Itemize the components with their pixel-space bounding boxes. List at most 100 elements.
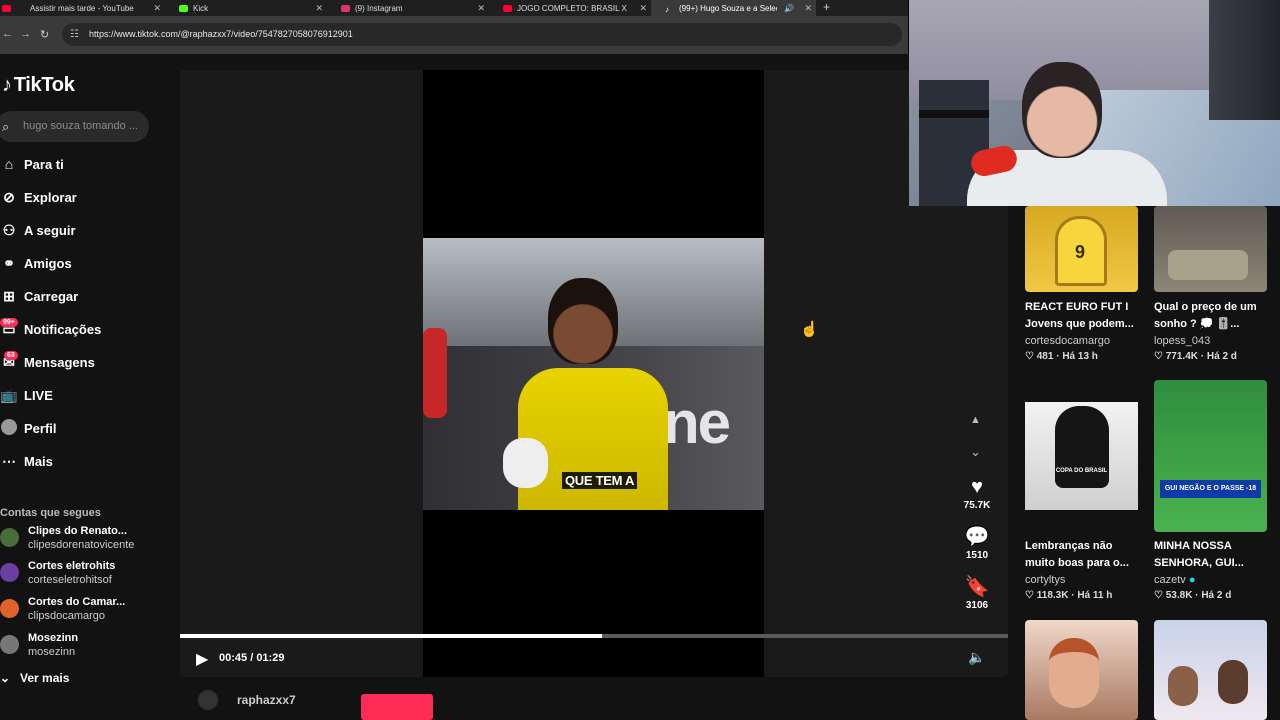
forward-icon[interactable]: → [20,28,31,40]
following-account[interactable]: Cortes do Camar... clipsdocamargo [0,596,170,626]
youtube-icon [503,4,512,12]
comment-button[interactable]: 💬 1510 [955,524,999,561]
video-stats: ♡ 771.4K · Há 2 d [1154,351,1237,362]
nav-perfil[interactable]: Perfil [0,414,57,442]
messages-badge: 63 [4,351,18,360]
save-count: 3106 [965,600,989,611]
youtube-icon [2,4,11,12]
video-author[interactable]: cortesdocamargo [1025,335,1110,347]
author-avatar[interactable] [198,690,218,710]
video-thumbnail[interactable] [1025,620,1138,720]
video-thumbnail[interactable] [1154,206,1267,292]
video-title[interactable]: Qual o preço de um sonho ? 💭 🎚️... [1154,299,1272,333]
browser-tab-bar: Assistir mais tarde - YouTube ✕ Kick ✕ (… [0,0,908,16]
tab-title: Assistir mais tarde - YouTube [30,3,134,13]
home-icon: ⌂ [4,156,14,172]
browser-tab-kick[interactable]: Kick ✕ [165,0,327,16]
friends-icon: ⚭ [3,254,15,271]
profile-avatar [0,418,24,438]
like-count: 75.7K [963,500,991,511]
nav-mais[interactable]: ⋯ Mais [0,447,53,475]
video-caption: QUE TEM A [562,472,638,489]
browser-toolbar: ← → ↻ ☷ https://www.tiktok.com/@raphazxx… [0,16,908,54]
following-account[interactable]: Mosezinn mosezinn [0,632,170,662]
tiktok-logo[interactable]: ♪ TikTok [2,74,75,97]
video-title[interactable]: MINHA NOSSA SENHORA, GUI... [1154,538,1272,572]
nav-explorar[interactable]: ⊘ Explorar [0,183,77,211]
streamer-face [1022,62,1102,158]
address-bar[interactable]: ☷ https://www.tiktok.com/@raphazxx7/vide… [62,23,902,46]
new-tab-button[interactable]: + [823,0,830,15]
browser-tab-instagram[interactable]: (9) Instagram ✕ [327,0,489,16]
next-video-icon[interactable]: ⌄ [970,444,981,460]
volume-icon[interactable]: 🔈 [968,649,985,666]
video-thumbnail[interactable]: COPA DO BRASIL [1025,380,1138,532]
video-stats: ♡ 53.8K · Há 2 d [1154,590,1232,601]
site-info-icon[interactable]: ☷ [70,23,79,46]
comment-icon: 💬 [964,526,990,548]
nav-notificacoes[interactable]: ▭ Notificações 99+ [0,315,101,343]
previous-video-icon[interactable]: ▲ [970,414,981,426]
kick-icon [179,4,188,12]
nav-a-seguir[interactable]: ⚇ A seguir [0,216,76,244]
audio-playing-icon[interactable]: 🔊 [784,4,794,13]
nav-amigos[interactable]: ⚭ Amigos [0,249,72,277]
tiktok-logo-icon: ♪ [2,74,12,96]
video-thumbnail[interactable]: GUI NEGÃO E O PASSE -18 [1154,380,1267,532]
more-icon: ⋯ [2,452,16,469]
tiktok-icon: ♪ [665,4,669,14]
video-author[interactable]: cazetv ● [1154,574,1196,586]
follow-button[interactable] [361,694,433,720]
nav-live[interactable]: 📺 LIVE [0,381,53,409]
video-author[interactable]: lopess_043 [1154,335,1210,347]
video-author[interactable]: cortyltys [1025,574,1065,586]
nav-carregar[interactable]: ⊞ Carregar [0,282,78,310]
video-progress-bar[interactable] [180,634,1008,638]
compass-icon: ⊘ [3,188,15,205]
browser-tab-youtube[interactable]: Assistir mais tarde - YouTube ✕ [0,0,165,16]
progress-fill [180,634,603,638]
avatar [0,563,19,582]
following-account[interactable]: Cortes eletrohits corteseletrohitsof [0,560,170,590]
browser-tab-youtube-match[interactable]: JOGO COMPLETO: BRASIL X CH... ✕ [489,0,651,16]
chevron-down-icon: ⌄ [0,671,11,685]
play-icon[interactable]: ▶ [196,649,208,669]
close-tab-icon[interactable]: ✕ [477,3,485,14]
mic-arm [919,110,989,118]
following-header: Contas que segues [0,507,101,519]
video-thumbnail[interactable] [1154,620,1267,720]
video-info-bar [180,686,1008,720]
video-title[interactable]: Lembranças não muito boas para o... [1025,538,1143,572]
comment-count: 1510 [965,550,989,561]
tab-title: Kick [193,3,209,13]
search-input[interactable]: ⌕ hugo souza tomando ... [0,111,149,142]
close-tab-icon[interactable]: ✕ [153,3,161,14]
back-icon[interactable]: ← [2,28,13,40]
instagram-icon [341,4,350,12]
video-time: 00:45 / 01:29 [219,652,285,664]
author-name[interactable]: raphazxx7 [237,693,296,707]
video-thumbnail[interactable]: 9 [1025,206,1138,292]
nav-para-ti[interactable]: ⌂ Para ti [0,150,64,178]
close-tab-icon[interactable]: ✕ [804,3,812,14]
live-icon: 📺 [0,386,18,403]
reload-icon[interactable]: ↻ [40,28,49,41]
like-button[interactable]: ♥ 75.7K [955,476,999,511]
avatar [0,528,19,547]
nav-mensagens[interactable]: ✉ Mensagens 63 [0,348,95,376]
video-title[interactable]: REACT EURO FUT I Jovens que podem... [1025,299,1143,333]
see-more-button[interactable]: ⌄ Ver mais [0,671,69,685]
shelf [1209,0,1280,120]
browser-tab-tiktok[interactable]: ♪ (99+) Hugo Souza e a Seleç... 🔊 ✕ [651,0,816,16]
avatar [0,635,19,654]
close-tab-icon[interactable]: ✕ [315,3,323,14]
referee-figure [423,328,447,418]
save-button[interactable]: 🔖 3106 [955,574,999,611]
upload-icon: ⊞ [3,287,15,304]
following-account[interactable]: Clipes do Renato... clipesdorenatovicent… [0,525,170,555]
heart-icon: ♥ [971,476,983,498]
tab-title: (99+) Hugo Souza e a Seleç... [679,3,777,13]
close-tab-icon[interactable]: ✕ [639,3,647,14]
mouse-cursor-icon: ☝ [800,321,819,338]
video-content[interactable]: ne QUE TEM A [423,238,764,510]
